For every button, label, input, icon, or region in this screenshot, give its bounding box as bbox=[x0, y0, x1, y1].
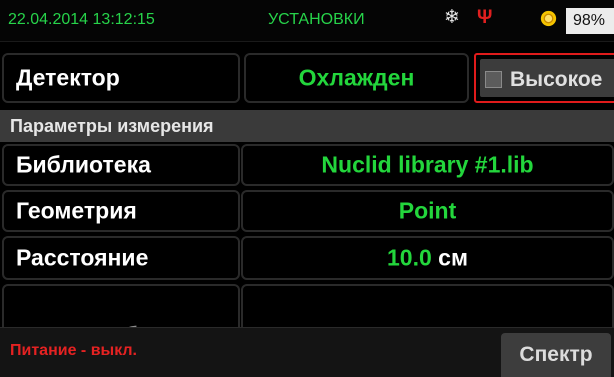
power-status: Питание - выкл. bbox=[10, 342, 137, 359]
section-title: Параметры измерения bbox=[10, 116, 214, 136]
param-row-distance: Расстояние 10.0 см bbox=[0, 234, 614, 282]
geometry-value-button[interactable]: Point bbox=[241, 190, 614, 232]
param-row-geometry: Геометрия Point bbox=[0, 188, 614, 234]
detector-label: Детектор bbox=[16, 64, 120, 91]
library-label-cell: Библиотека bbox=[2, 144, 240, 186]
battery-indicator: 98% bbox=[566, 8, 614, 34]
library-label: Библиотека bbox=[16, 151, 151, 178]
detector-label-cell: Детектор bbox=[2, 53, 240, 103]
mode-label-cell: Режим набора bbox=[2, 284, 240, 332]
param-row-library: Библиотека Nuclid library #1.lib bbox=[0, 142, 614, 188]
high-checkbox-label: Высокое bbox=[510, 68, 603, 91]
mode-value-button[interactable]: По реальному времени bbox=[241, 284, 614, 332]
distance-label: Расстояние bbox=[16, 244, 149, 271]
geometry-label-cell: Геометрия bbox=[2, 190, 240, 232]
param-row-acquisition-mode: Режим набора По реальному времени bbox=[0, 282, 614, 332]
detector-state-button[interactable]: Охлажден bbox=[244, 53, 469, 103]
snowflake-icon: ❄ bbox=[444, 7, 460, 28]
library-value-button[interactable]: Nuclid library #1.lib bbox=[241, 144, 614, 186]
geometry-label: Геометрия bbox=[16, 197, 137, 224]
datetime: 22.04.2014 13:12:15 bbox=[8, 11, 155, 28]
footer-bar: Питание - выкл. Спектр bbox=[0, 327, 614, 377]
spectrum-button[interactable]: Спектр bbox=[501, 333, 611, 377]
distance-value: 10.0 bbox=[387, 244, 432, 271]
high-checkbox[interactable] bbox=[485, 71, 502, 88]
high-voltage-toggle[interactable]: Высокое bbox=[474, 53, 614, 103]
status-bar: 22.04.2014 13:12:15 УСТАНОВКИ ❄ Ψ 98% bbox=[0, 0, 614, 42]
distance-value-wrap: 10.0 см bbox=[243, 245, 612, 272]
detector-state: Охлажден bbox=[298, 64, 415, 91]
library-value: Nuclid library #1.lib bbox=[321, 151, 534, 178]
sun-icon bbox=[540, 10, 557, 27]
section-header: Параметры измерения bbox=[0, 110, 614, 142]
usb-icon: Ψ bbox=[477, 7, 493, 28]
distance-value-button[interactable]: 10.0 см bbox=[241, 236, 614, 280]
distance-unit: см bbox=[438, 244, 468, 271]
distance-label-cell: Расстояние bbox=[2, 236, 240, 280]
screen-title: УСТАНОВКИ bbox=[268, 11, 365, 28]
geometry-value: Point bbox=[398, 197, 457, 224]
